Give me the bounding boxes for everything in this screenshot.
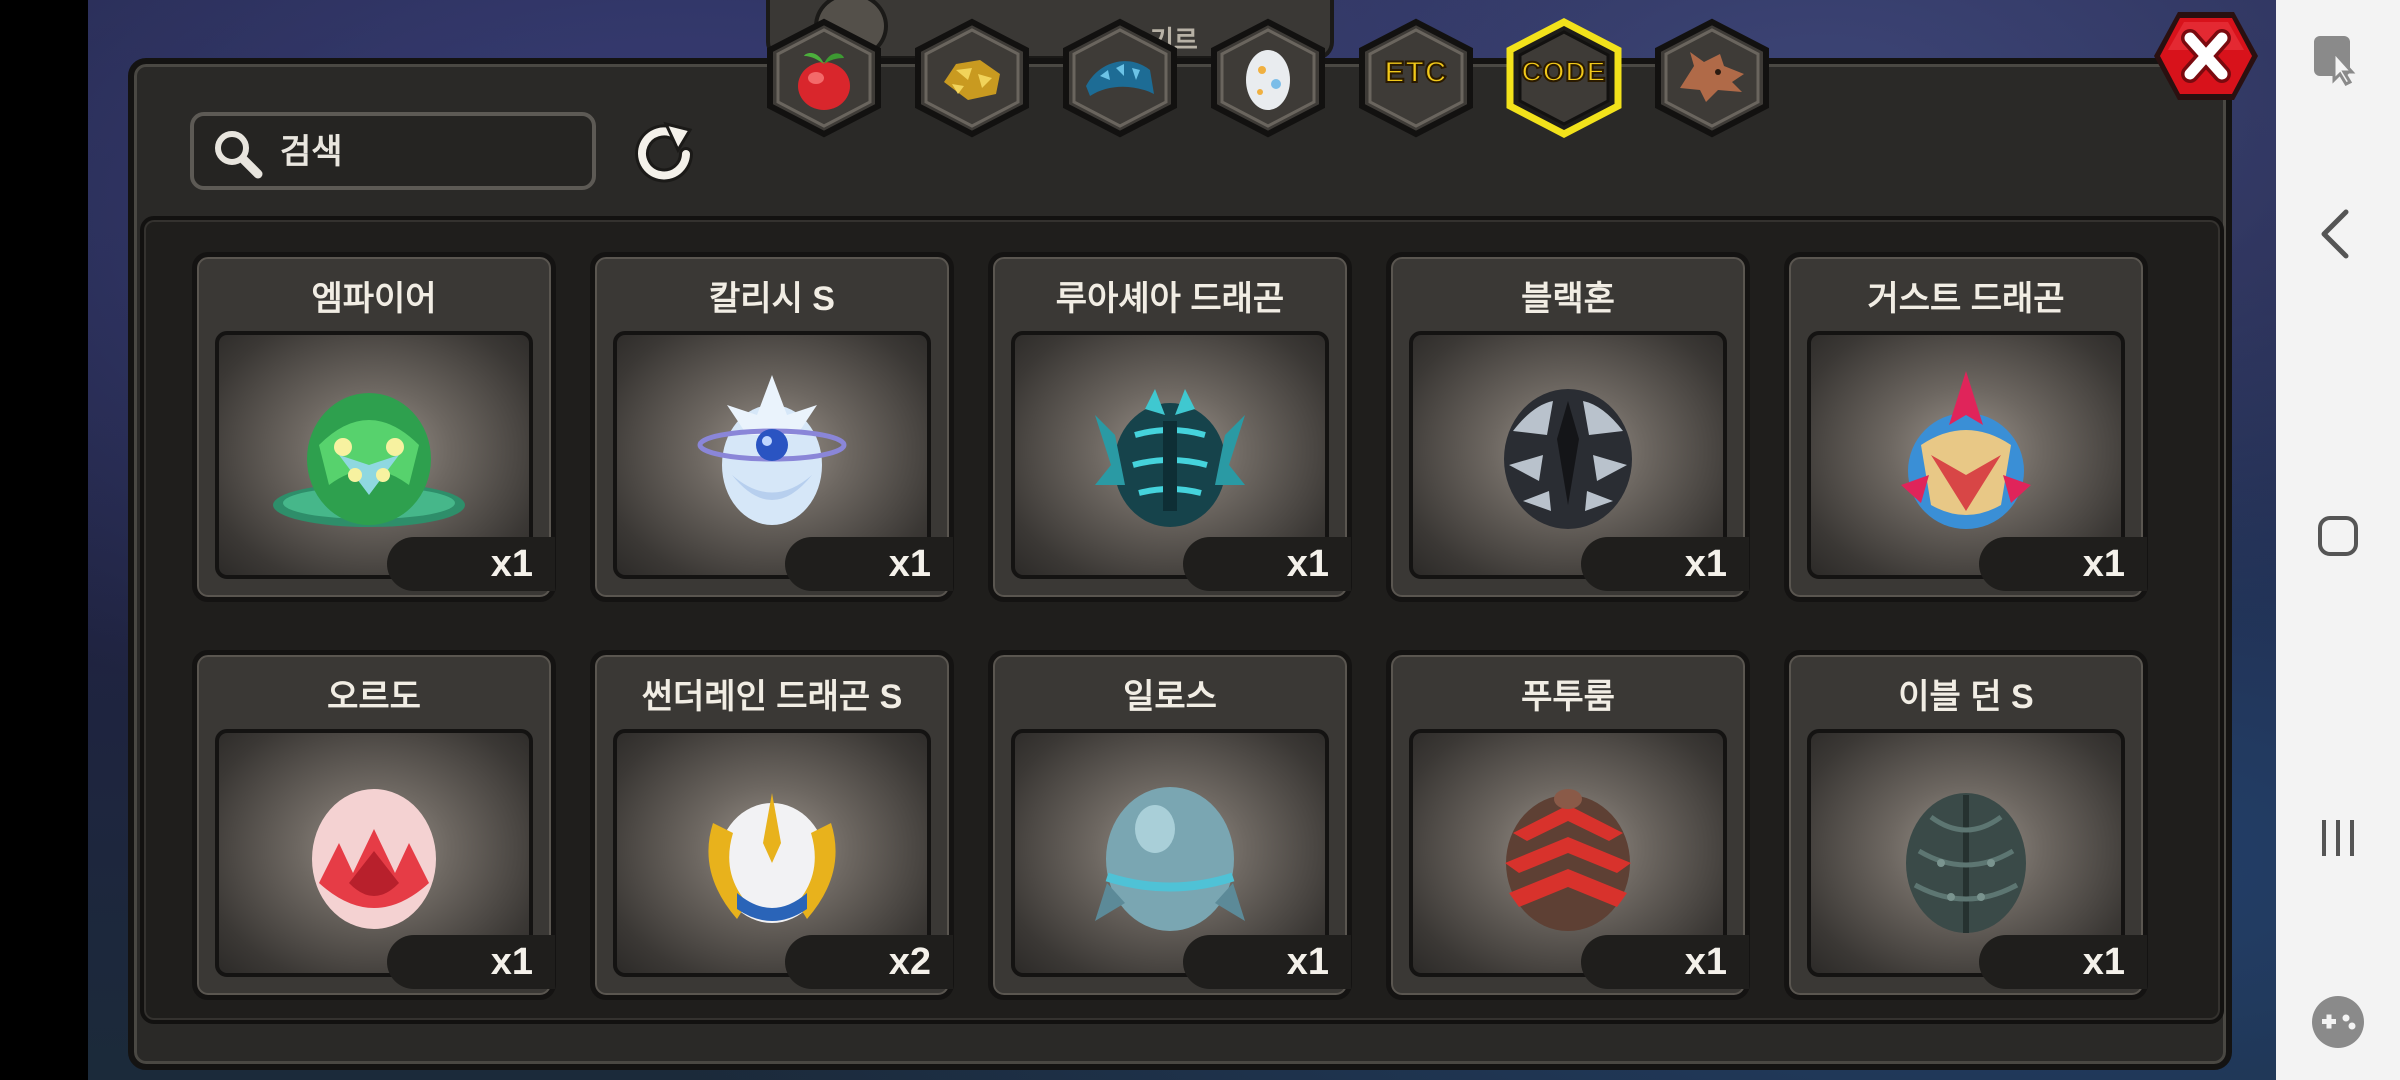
tab-fruit[interactable]	[762, 18, 886, 138]
item-quantity: x1	[1581, 935, 1749, 989]
category-tabs: ETC CODE	[762, 18, 1782, 138]
item-name: 썬더레인 드래곤 S	[641, 678, 903, 716]
tab-code-label: CODE	[1521, 55, 1607, 88]
item-quantity: x1	[1979, 935, 2147, 989]
tab-scale[interactable]	[1058, 18, 1182, 138]
item-quantity: x1	[1979, 537, 2147, 591]
tab-etc-label: ETC	[1384, 55, 1448, 90]
egg-icon	[1246, 50, 1290, 110]
item-name: 일로스	[1123, 678, 1217, 716]
item-quantity: x1	[1183, 935, 1351, 989]
search-icon	[215, 131, 263, 179]
home-icon[interactable]	[2300, 498, 2376, 574]
screen-edge-bar	[0, 0, 88, 1080]
system-nav-bar	[2276, 0, 2400, 1080]
touch-lock-icon[interactable]	[2300, 22, 2376, 98]
item-name: 엠파이어	[311, 280, 437, 318]
item-quantity: x1	[1581, 537, 1749, 591]
tab-egg[interactable]	[1206, 18, 1330, 138]
item-card[interactable]: 루아셰아 드래곤 x1	[988, 252, 1352, 602]
back-icon[interactable]	[2300, 196, 2376, 272]
item-card[interactable]: 오르도 x1	[192, 650, 556, 1000]
dragon-head-icon	[1680, 52, 1744, 102]
tab-dragon[interactable]	[1650, 18, 1774, 138]
item-grid: 엠파이어 x1 칼리시 S x1 루아셰아 드래곤 x1 블랙혼 x1 거스트 …	[140, 216, 2224, 1024]
item-card[interactable]: 이블 던 S x1	[1784, 650, 2148, 1000]
game-tools-icon[interactable]	[2300, 984, 2376, 1060]
close-icon[interactable]	[2150, 6, 2262, 106]
tab-code[interactable]: CODE	[1502, 18, 1626, 138]
item-card[interactable]: 블랙혼 x1	[1386, 252, 1750, 602]
item-name: 거스트 드래곤	[1867, 280, 2065, 318]
item-card[interactable]: 거스트 드래곤 x1	[1784, 252, 2148, 602]
item-quantity: x1	[387, 537, 555, 591]
item-card[interactable]: 엠파이어 x1	[192, 252, 556, 602]
item-card[interactable]: 일로스 x1	[988, 650, 1352, 1000]
recent-apps-icon[interactable]	[2300, 800, 2376, 876]
gold-nugget-icon	[944, 60, 1000, 100]
item-name: 이블 던 S	[1898, 678, 2034, 716]
item-card[interactable]: 푸투룸 x1	[1386, 650, 1750, 1000]
tab-etc[interactable]: ETC	[1354, 18, 1478, 138]
item-name: 루아셰아 드래곤	[1055, 280, 1285, 318]
search-input[interactable]	[278, 116, 582, 188]
item-quantity: x2	[785, 935, 953, 989]
item-card[interactable]: 썬더레인 드래곤 S x2	[590, 650, 954, 1000]
refresh-icon[interactable]	[626, 116, 702, 192]
fruit-icon	[798, 53, 850, 110]
dragon-scale-icon	[1086, 61, 1154, 96]
item-name: 오르도	[327, 678, 421, 716]
item-quantity: x1	[1183, 537, 1351, 591]
item-name: 푸투룸	[1521, 678, 1615, 716]
item-name: 블랙혼	[1521, 280, 1615, 318]
tab-gold[interactable]	[910, 18, 1034, 138]
item-name: 칼리시 S	[709, 280, 835, 318]
item-quantity: x1	[387, 935, 555, 989]
item-card[interactable]: 칼리시 S x1	[590, 252, 954, 602]
search-box[interactable]	[190, 112, 596, 190]
item-quantity: x1	[785, 537, 953, 591]
